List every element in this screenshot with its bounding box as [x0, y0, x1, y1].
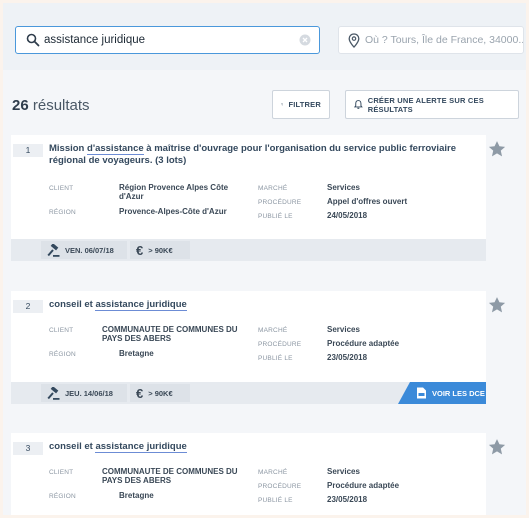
region-label: RÉGION	[49, 209, 76, 216]
result-title[interactable]: conseil et assistance juridique	[49, 441, 459, 453]
results-count: 26 résultats	[12, 97, 90, 114]
publie-value: 24/05/2018	[327, 211, 368, 220]
search-bar	[3, 3, 526, 70]
region-label: RÉGION	[49, 493, 76, 500]
result-number: 1	[13, 144, 43, 157]
card-footer: VEN. 06/07/18 € > 90K€	[11, 239, 486, 261]
title-text: conseil et	[49, 299, 96, 310]
procedure-label: PROCÉDURE	[258, 483, 302, 490]
title-keyword: assistance juridique	[95, 441, 187, 453]
euro-icon: €	[136, 242, 144, 258]
procedure-label: PROCÉDURE	[258, 199, 302, 206]
marche-label: MARCHÉ	[258, 327, 288, 334]
marche-value: Services	[327, 467, 360, 476]
result-number: 2	[13, 300, 43, 313]
create-alert-button[interactable]: Créer une alerte sur ces résultats	[345, 90, 519, 119]
procedure-value: Procédure adaptée	[327, 339, 400, 348]
filter-label: Filtrer	[288, 100, 321, 109]
procedure-value: Procédure adaptée	[327, 481, 400, 490]
publie-label: PUBLIÉ LE	[258, 213, 293, 220]
publie-value: 23/05/2018	[327, 353, 368, 362]
publie-label: PUBLIÉ LE	[258, 355, 293, 362]
region-value: Bretagne	[119, 491, 154, 500]
document-icon	[417, 387, 426, 399]
filter-button[interactable]: Filtrer	[272, 90, 330, 119]
results-count-number: 26	[12, 97, 29, 114]
region-value: Bretagne	[119, 349, 154, 358]
result-number: 3	[13, 442, 43, 455]
procedure-value: Appel d'offres ouvert	[327, 197, 408, 206]
search-input-box[interactable]	[15, 26, 320, 54]
client-value: Région Provence Alpes Côte d'Azur	[119, 183, 229, 201]
map-pin-icon	[348, 33, 360, 48]
search-input[interactable]	[44, 31, 294, 49]
client-value: COMMUNAUTE DE COMMUNES DU PAYS DES ABERS	[102, 467, 238, 485]
star-icon[interactable]	[488, 438, 506, 456]
create-alert-label: Créer une alerte sur ces résultats	[367, 95, 484, 114]
marche-label: MARCHÉ	[258, 469, 288, 476]
amount-chip: € > 90K€	[130, 384, 190, 402]
view-dce-button[interactable]: VOIR LES DCE	[398, 382, 486, 404]
amount-value: > 90K€	[148, 388, 173, 398]
deadline-value: VEN. 06/07/18	[65, 245, 114, 255]
star-icon[interactable]	[488, 140, 506, 158]
marche-value: Services	[327, 325, 360, 334]
filter-icon	[281, 103, 284, 106]
publie-label: PUBLIÉ LE	[258, 497, 293, 504]
client-label: CLIENT	[49, 469, 74, 476]
star-icon[interactable]	[488, 296, 506, 314]
result-card-1[interactable]: 1 Mission d'assistance à maîtrise d'ouvr…	[11, 135, 506, 261]
deadline-chip: JEU. 14/06/18	[41, 384, 127, 402]
title-text: conseil et	[49, 441, 96, 452]
gavel-icon	[47, 243, 60, 257]
deadline-chip: VEN. 06/07/18	[41, 241, 127, 259]
title-text: Mission	[49, 143, 88, 154]
title-keyword: d'assistance	[87, 143, 144, 155]
publie-value: 23/05/2018	[327, 495, 368, 504]
search-icon	[26, 33, 40, 47]
results-count-label: résultats	[32, 97, 90, 114]
location-input[interactable]	[365, 31, 523, 49]
gavel-icon	[47, 386, 60, 400]
view-dce-label: VOIR LES DCE	[432, 388, 485, 398]
card-footer: JEU. 14/06/18 € > 90K€ VOIR LES DCE	[11, 382, 486, 404]
client-label: CLIENT	[49, 185, 74, 192]
result-title[interactable]: Mission d'assistance à maîtrise d'ouvrag…	[49, 143, 459, 167]
deadline-value: JEU. 14/06/18	[65, 388, 113, 398]
result-card-2[interactable]: 2 conseil et assistance juridique CLIENT…	[11, 291, 506, 404]
title-keyword: assistance juridique	[95, 299, 187, 311]
amount-chip: € > 90K€	[130, 241, 190, 259]
region-value: Provence-Alpes-Côte d'Azur	[119, 207, 227, 216]
euro-icon: €	[136, 385, 144, 401]
client-value: COMMUNAUTE DE COMMUNES DU PAYS DES ABERS	[102, 325, 238, 343]
result-title[interactable]: conseil et assistance juridique	[49, 299, 459, 311]
procedure-label: PROCÉDURE	[258, 341, 302, 348]
clear-icon[interactable]	[299, 34, 311, 46]
page: 26 résultats Filtrer Créer une alerte su…	[3, 3, 526, 515]
location-input-box[interactable]	[338, 26, 524, 54]
bell-icon	[354, 100, 363, 109]
client-label: CLIENT	[49, 327, 74, 334]
marche-value: Services	[327, 183, 360, 192]
marche-label: MARCHÉ	[258, 185, 288, 192]
amount-value: > 90K€	[148, 245, 173, 255]
region-label: RÉGION	[49, 351, 76, 358]
result-card-3[interactable]: 3 conseil et assistance juridique CLIENT…	[11, 433, 506, 515]
